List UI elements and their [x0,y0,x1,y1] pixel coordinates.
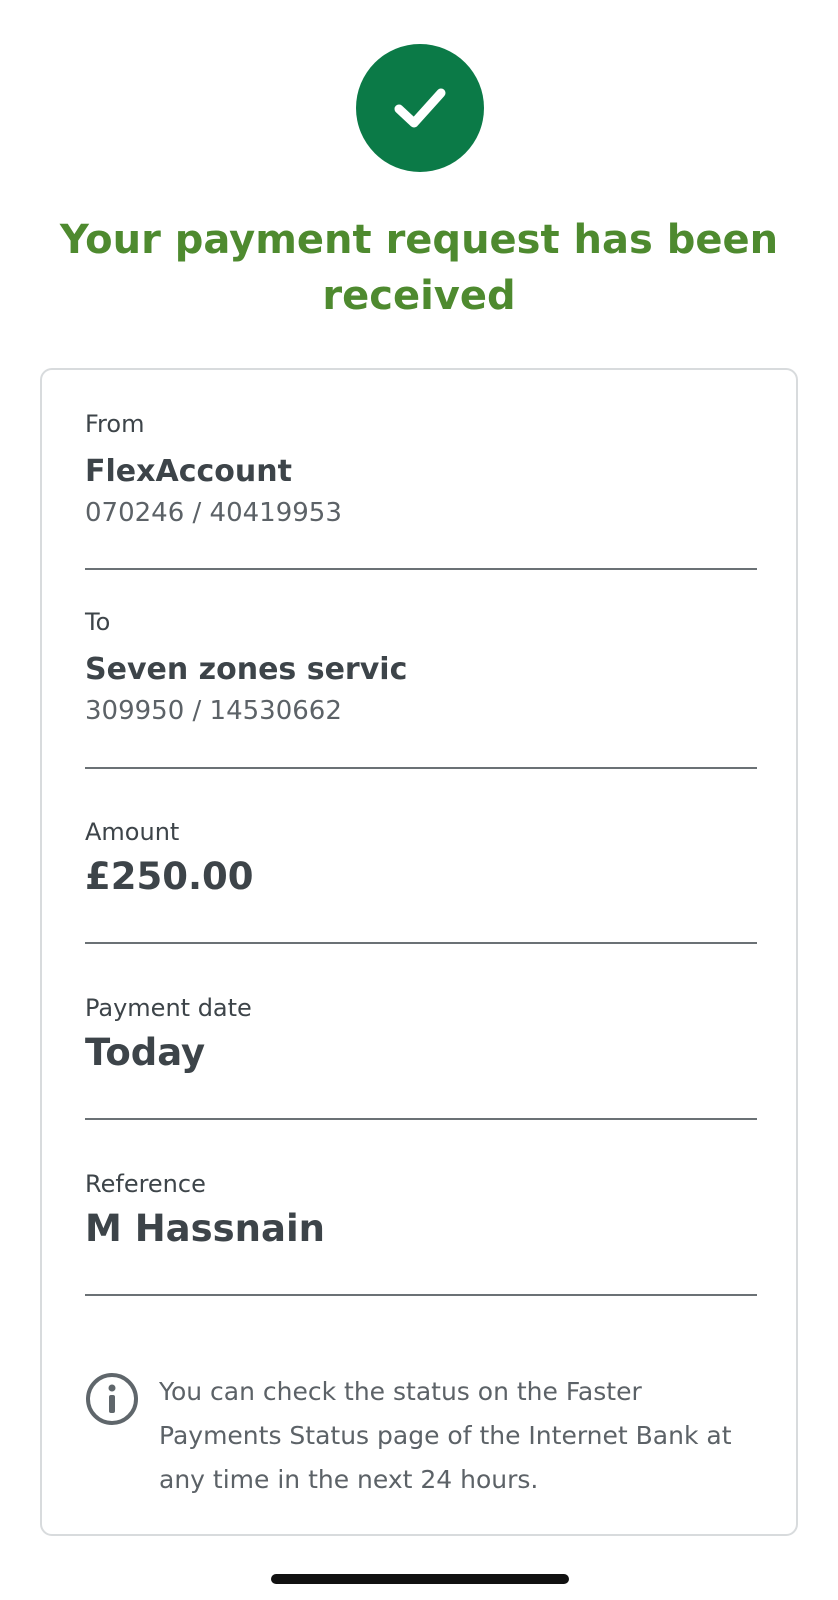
reference-section: Reference M Hassnain [85,1168,757,1252]
divider [85,568,757,570]
status-info-text: You can check the status on the Faster P… [159,1377,732,1494]
divider [85,1294,757,1296]
amount-label: Amount [85,818,180,846]
checkmark-icon [394,88,446,128]
info-icon [86,1373,138,1425]
from-section: From FlexAccount 070246 / 40419953 [85,408,757,531]
to-payee-name: Seven zones servic [85,652,408,687]
reference-value: M Hassnain [85,1207,326,1250]
divider [85,1118,757,1120]
to-label: To [85,608,111,636]
status-info-note: You can check the status on the Faster P… [85,1370,757,1502]
success-icon [356,44,484,172]
from-account-name: FlexAccount [85,454,292,489]
from-account-numbers: 070246 / 40419953 [85,498,342,528]
amount-section: Amount £250.00 [85,816,757,900]
divider [85,767,757,769]
payment-date-value: Today [85,1031,206,1074]
divider [85,942,757,944]
to-account-numbers: 309950 / 14530662 [85,696,342,726]
confirmation-headline: Your payment request has been received [59,217,779,319]
to-section: To Seven zones servic 309950 / 14530662 [85,606,757,729]
amount-value: £250.00 [85,855,254,898]
payment-date-section: Payment date Today [85,992,757,1076]
from-label: From [85,410,145,438]
payment-details-card: From FlexAccount 070246 / 40419953 To Se… [40,368,798,1536]
payment-date-label: Payment date [85,994,252,1022]
reference-label: Reference [85,1170,206,1198]
home-indicator[interactable] [271,1574,569,1584]
